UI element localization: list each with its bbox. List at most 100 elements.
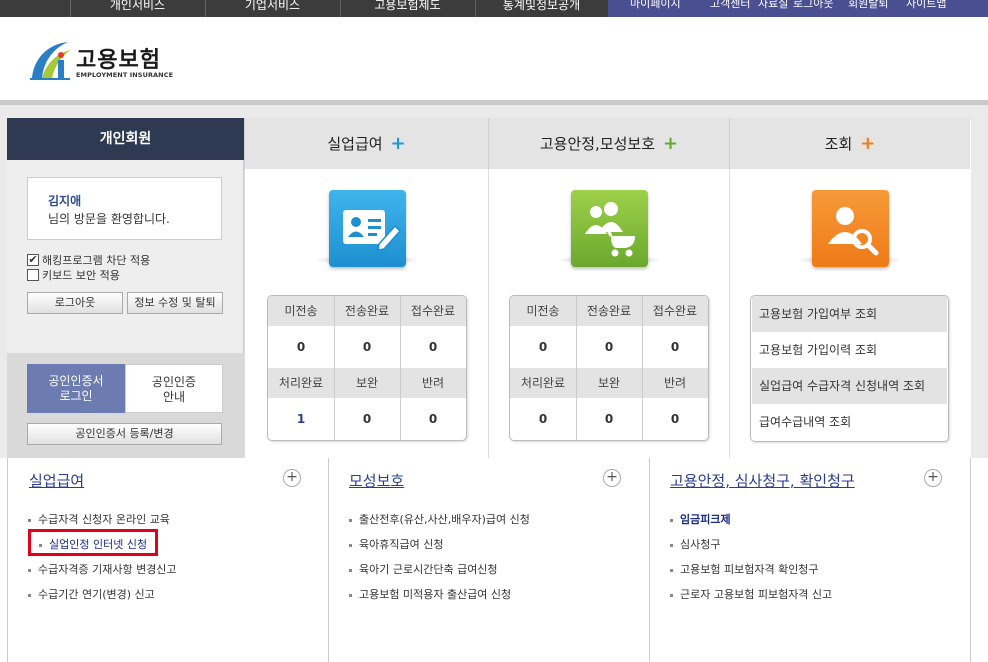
hacking-block-label: 해킹프로그램 차단 적용 <box>42 254 151 267</box>
id-card-icon[interactable] <box>329 190 406 267</box>
status-value[interactable]: 0 <box>510 398 576 440</box>
tab-inquiry-label: 조회 <box>824 135 853 153</box>
nav-insurance-system[interactable]: 고용보험제도 <box>340 0 475 17</box>
list-item[interactable]: 수급자격증 기재사항 변경신고 <box>28 561 177 577</box>
withdraw-link[interactable]: 회원탈퇴 <box>848 0 888 9</box>
status-label: 전송완료 <box>334 296 400 326</box>
mypage-link[interactable]: 마이페이지 <box>630 0 681 9</box>
query-item[interactable]: 실업급여 수급자격 신청내역 조회 <box>752 368 947 404</box>
tab-stability-label: 고용안정,모성보호 <box>539 135 656 153</box>
tab-employment-stability[interactable]: 고용안정,모성보호 + <box>488 118 729 169</box>
section-title-maternity[interactable]: 모성보호 <box>349 470 404 491</box>
family-stroller-icon[interactable] <box>571 190 648 267</box>
list-item[interactable]: 심사청구 <box>670 536 720 552</box>
cert-login-button[interactable]: 공인인증서 로그인 <box>27 364 125 413</box>
plus-icon: + <box>663 133 679 154</box>
user-name: 김지애 <box>48 194 82 208</box>
inquiry-list: 고용보험 가입여부 조회 고용보험 가입이력 조회 실업급여 수급자격 신청내역… <box>750 295 949 442</box>
status-label: 처리완료 <box>268 368 334 398</box>
status-label: 접수완료 <box>642 296 708 326</box>
table-divider <box>400 296 401 440</box>
unemployment-column: 미전송 전송완료 접수완료 0 0 0 처리완료 보완 반려 1 0 0 <box>244 169 488 458</box>
status-value[interactable]: 0 <box>334 326 400 368</box>
list-item[interactable]: 수급기간 연기(변경) 신고 <box>28 586 155 602</box>
login-header: 개인회원 <box>7 118 244 160</box>
list-item[interactable]: 고용보험 미적용자 출산급여 신청 <box>349 586 511 602</box>
section-title-unemployment[interactable]: 실업급여 <box>29 470 84 491</box>
section-title-stability[interactable]: 고용안정, 심사청구, 확인청구 <box>670 470 855 491</box>
status-label: 반려 <box>400 368 466 398</box>
plus-icon: + <box>390 133 406 154</box>
list-item[interactable]: 임금피크제 <box>670 511 731 527</box>
bottom-section-stability: 고용안정, 심사청구, 확인청구 + 임금피크제 심사청구 고용보험 피보험자격… <box>650 458 971 662</box>
cert-info-line2: 안내 <box>162 390 186 404</box>
more-plus-icon[interactable]: + <box>603 469 621 487</box>
status-value[interactable]: 0 <box>268 326 334 368</box>
list-item[interactable]: 근로자 고용보험 피보험자격 신고 <box>670 586 832 602</box>
list-item[interactable]: 수급자격 신청자 온라인 교육 <box>28 511 170 527</box>
status-value[interactable]: 0 <box>642 326 708 368</box>
list-item[interactable]: 육아기 근로시간단축 급여신청 <box>349 561 498 577</box>
cert-section: 공인인증서 로그인 공인인증 안내 공인인증서 등록/변경 <box>7 353 244 458</box>
list-item[interactable]: 육아휴직급여 신청 <box>349 536 443 552</box>
archive-link[interactable]: 자료실 <box>758 0 788 9</box>
edit-info-button[interactable]: 정보 수정 및 탈퇴 <box>127 292 223 314</box>
query-item[interactable]: 고용보험 가입이력 조회 <box>752 332 947 368</box>
more-plus-icon[interactable]: + <box>924 469 942 487</box>
sitemap-link[interactable]: 사이트맵 <box>906 0 946 9</box>
status-value[interactable]: 0 <box>576 326 642 368</box>
logo-title: 고용보험 <box>76 48 161 73</box>
list-item[interactable]: 고용보험 피보험자격 확인청구 <box>670 561 819 577</box>
checkbox-checked[interactable]: ✔ <box>27 254 39 266</box>
status-table-2: 미전송 전송완료 접수완료 0 0 0 처리완료 보완 반려 0 0 0 <box>509 295 709 441</box>
login-panel: 개인회원 김지애 님의 방문을 환영합니다. ✔ 해킹프로그램 차단 적용 키보… <box>7 118 244 458</box>
list-item[interactable]: 출산전후(유산,사산,배우자)급여 신청 <box>349 511 530 527</box>
user-search-icon[interactable] <box>812 190 889 267</box>
bottom-section-unemployment: 실업급여 + 수급자격 신청자 온라인 교육 실업인정 인터넷 신청 수급자격증… <box>7 458 329 662</box>
table-divider <box>642 296 643 440</box>
status-label: 미전송 <box>268 296 334 326</box>
status-value[interactable]: 0 <box>334 398 400 440</box>
tab-inquiry[interactable]: 조회 + <box>729 118 970 169</box>
status-label: 전송완료 <box>576 296 642 326</box>
logo-subtitle: EMPLOYMENT INSURANCE <box>76 71 174 79</box>
cert-info-line1: 공인인증 <box>151 375 197 389</box>
welcome-message: 님의 방문을 환영합니다. <box>48 212 170 226</box>
table-divider <box>576 296 577 440</box>
status-table-1: 미전송 전송완료 접수완료 0 0 0 처리완료 보완 반려 1 0 0 <box>267 295 467 441</box>
tab-unemployment-benefit[interactable]: 실업급여 + <box>244 118 488 169</box>
query-item[interactable]: 고용보험 가입여부 조회 <box>752 296 947 332</box>
keyboard-security-option[interactable]: 키보드 보안 적용 <box>27 267 120 283</box>
status-label: 접수완료 <box>400 296 466 326</box>
status-value[interactable]: 0 <box>510 326 576 368</box>
query-item[interactable]: 급여수급내역 조회 <box>752 404 947 440</box>
nav-business-services[interactable]: 기업서비스 <box>205 0 340 17</box>
cert-info-button[interactable]: 공인인증 안내 <box>125 364 223 413</box>
plus-icon: + <box>860 133 876 154</box>
status-value[interactable]: 1 <box>268 398 334 440</box>
customer-center-link[interactable]: 고객센터 <box>710 0 750 9</box>
stability-column: 미전송 전송완료 접수완료 0 0 0 처리완료 보완 반려 0 0 0 <box>488 169 729 458</box>
logo-icon <box>30 42 70 80</box>
keyboard-security-label: 키보드 보안 적용 <box>42 269 120 282</box>
nav-statistics[interactable]: 통계및정보공개 <box>475 0 608 17</box>
bottom-section-maternity: 모성보호 + 출산전후(유산,사산,배우자)급여 신청 육아휴직급여 신청 육아… <box>329 458 650 662</box>
logout-button[interactable]: 로그아웃 <box>27 292 123 314</box>
status-value[interactable]: 0 <box>400 398 466 440</box>
status-value[interactable]: 0 <box>400 326 466 368</box>
top-nav-bar: 개인서비스 기업서비스 고용보험제도 통계및정보공개 마이페이지 고객센터 자료… <box>0 0 988 17</box>
nav-personal-services[interactable]: 개인서비스 <box>70 0 205 17</box>
welcome-box: 김지애 님의 방문을 환영합니다. <box>27 177 222 240</box>
status-value[interactable]: 0 <box>576 398 642 440</box>
cert-register-button[interactable]: 공인인증서 등록/변경 <box>27 423 222 445</box>
logout-link[interactable]: 로그아웃 <box>793 0 833 9</box>
status-label: 보완 <box>576 368 642 398</box>
checkbox-unchecked[interactable] <box>27 269 39 281</box>
tab-unemployment-label: 실업급여 <box>327 135 383 153</box>
utility-bar: 마이페이지 고객센터 자료실 로그아웃 회원탈퇴 사이트맵 <box>608 0 988 17</box>
cert-login-line2: 로그인 <box>59 389 93 403</box>
status-value[interactable]: 0 <box>642 398 708 440</box>
cert-login-line1: 공인인증서 <box>48 374 104 388</box>
hacking-block-option[interactable]: ✔ 해킹프로그램 차단 적용 <box>27 252 150 268</box>
more-plus-icon[interactable]: + <box>283 469 301 487</box>
